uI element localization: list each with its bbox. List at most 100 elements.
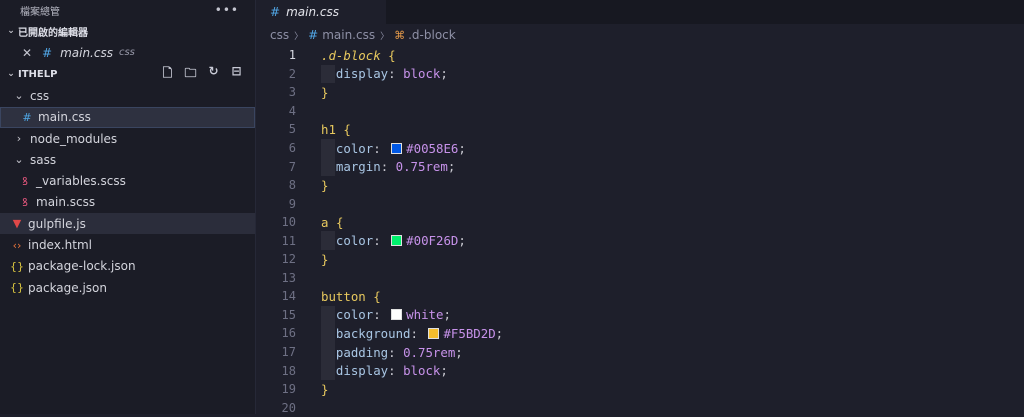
brace: } — [321, 381, 329, 397]
explorer-header: 檔案總管 ••• — [0, 0, 255, 20]
brace: } — [321, 84, 329, 100]
breadcrumb-folder[interactable]: css — [270, 28, 289, 42]
tab-main-css[interactable]: # main.css — [256, 0, 386, 24]
chevron-right-icon: › — [16, 132, 22, 146]
line-number: 1 — [288, 48, 296, 63]
tree-item-node-modules[interactable]: › node_modules — [0, 128, 255, 149]
open-editor-item[interactable]: ✕ # main.css css — [0, 42, 255, 63]
code-line: 20 — [256, 398, 1024, 417]
code-line: 6 color: #0058E6; — [256, 138, 1024, 158]
tab-label: main.css — [286, 5, 339, 19]
code-view[interactable]: 1 .d-block { 2 display: block; 3} 4 5 h1 {… — [256, 46, 1024, 417]
tree-item-index-html[interactable]: ‹› index.html — [0, 234, 255, 255]
line-number: 7 — [288, 159, 296, 174]
line-number: 11 — [281, 233, 296, 248]
tree-item-label: node_modules — [30, 131, 118, 146]
html-file-icon: ‹› — [12, 238, 22, 252]
open-editors-title: 已開啟的編輯器 — [18, 27, 88, 39]
refresh-icon[interactable]: ↻ — [205, 64, 222, 85]
tree-item-gulpfile[interactable]: ▼ gulpfile.js — [0, 213, 255, 235]
close-icon[interactable]: ✕ — [22, 46, 36, 60]
json-file-icon: {} — [10, 281, 24, 295]
brace: { — [388, 47, 396, 63]
color-swatch[interactable] — [428, 327, 440, 339]
selector: button — [321, 288, 366, 304]
property: background — [335, 325, 411, 341]
sass-file-icon: ꝸ — [22, 195, 28, 209]
code-line: 4 — [256, 102, 1024, 121]
color-swatch[interactable] — [391, 142, 403, 154]
selector: a — [321, 214, 329, 230]
line-number: 15 — [281, 307, 296, 322]
color-swatch[interactable] — [391, 235, 403, 247]
line-number: 5 — [288, 122, 296, 137]
brace: } — [321, 177, 329, 193]
line-number: 10 — [281, 215, 296, 230]
more-actions-icon[interactable]: ••• — [215, 3, 239, 17]
sass-file-icon: ꝸ — [22, 174, 28, 188]
code-line: 5 h1 { — [256, 120, 1024, 139]
tree-item-main-css[interactable]: # main.css — [0, 106, 255, 128]
css-file-icon: # — [270, 5, 281, 19]
line-number: 3 — [288, 85, 296, 100]
line-number: 18 — [281, 363, 296, 378]
tree-item-label: _variables.scss — [36, 174, 126, 189]
property: color — [335, 233, 374, 249]
breadcrumb: css 〉 # main.css 〉 ⌘ .d-block — [256, 24, 1024, 46]
line-number: 2 — [288, 66, 296, 81]
property: margin — [335, 159, 381, 175]
line-number: 9 — [288, 196, 296, 211]
line-number: 13 — [281, 270, 296, 285]
new-folder-icon[interactable]: 🗀 — [182, 64, 199, 85]
brace: } — [321, 251, 329, 267]
value: #00F26D — [406, 233, 459, 249]
symbol-class-icon: ⌘ — [394, 28, 406, 42]
line-number: 6 — [288, 141, 296, 155]
tree-item-label: css — [30, 88, 50, 103]
tree-item-package-json[interactable]: {} package.json — [0, 277, 255, 298]
explorer-sidebar: 檔案總管 ••• ⌄ 已開啟的編輯器 ✕ # main.css css ⌄ IT… — [0, 0, 256, 414]
tree-item-label: main.css — [38, 110, 91, 125]
collapse-all-icon[interactable]: ⊟ — [228, 64, 245, 85]
json-file-icon: {} — [10, 259, 24, 273]
breadcrumb-symbol[interactable]: .d-block — [408, 28, 456, 42]
project-header[interactable]: ⌄ ITHELP 🗋 🗀 ↻ ⊟ — [0, 63, 255, 85]
tree-item-label: package.json — [28, 280, 108, 295]
code-line: 16 background: #F5BD2D; — [256, 324, 1024, 343]
open-editor-filename: main.css — [60, 45, 113, 60]
code-line: 9 — [256, 194, 1024, 213]
line-number: 14 — [281, 289, 296, 304]
line-number: 16 — [281, 326, 296, 341]
property: color — [335, 307, 374, 323]
breadcrumb-file[interactable]: main.css — [322, 28, 375, 42]
selector: h1 — [321, 121, 336, 137]
value: #0058E6 — [406, 140, 459, 156]
tree-item-package-lock[interactable]: {} package-lock.json — [0, 256, 255, 277]
line-number: 4 — [288, 103, 296, 118]
chevron-down-icon: ⌄ — [14, 89, 24, 103]
code-line: 18 display: block; — [256, 361, 1024, 380]
tree-item-sass[interactable]: ⌄ sass — [0, 149, 255, 170]
explorer-title: 檔案總管 — [20, 6, 60, 18]
new-file-icon[interactable]: 🗋 — [159, 64, 176, 85]
value: block — [403, 66, 441, 82]
code-line: 2 display: block; — [256, 64, 1024, 84]
open-editors-header[interactable]: ⌄ 已開啟的編輯器 — [0, 20, 255, 42]
tree-item-variables-scss[interactable]: ꝸ _variables.scss — [0, 170, 255, 191]
color-swatch[interactable] — [391, 309, 403, 321]
open-editor-folder: css — [118, 47, 135, 59]
code-line: 11 color: #00F26D; — [256, 231, 1024, 251]
tree-item-label: gulpfile.js — [28, 216, 86, 231]
chevron-down-icon: ⌄ — [14, 153, 24, 167]
property: display — [335, 363, 389, 379]
brace: { — [373, 288, 381, 304]
tree-item-label: sass — [30, 152, 57, 167]
code-line: 12} — [256, 250, 1024, 269]
code-line: 7 margin: 0.75rem; — [256, 157, 1024, 176]
code-line: 19} — [256, 380, 1024, 399]
line-number: 19 — [281, 382, 296, 397]
tree-item-main-scss[interactable]: ꝸ main.scss — [0, 192, 255, 213]
css-file-icon: # — [308, 28, 319, 42]
tree-item-css[interactable]: ⌄ css — [0, 85, 255, 106]
chevron-down-icon: ⌄ — [7, 26, 15, 36]
